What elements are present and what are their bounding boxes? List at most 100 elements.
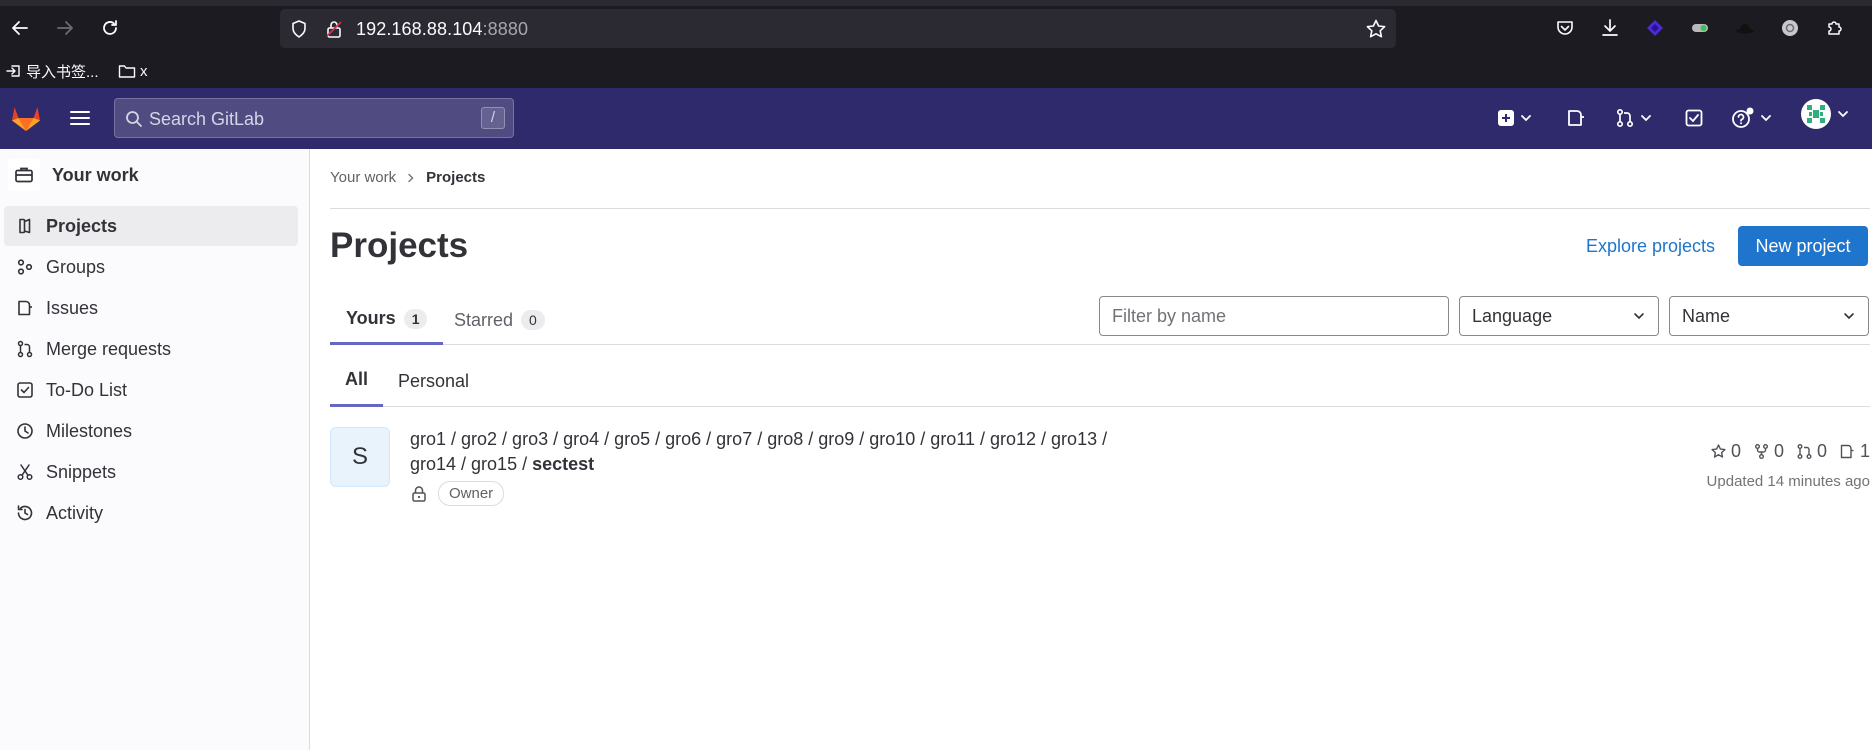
issues-icon xyxy=(18,300,32,316)
downloads-button[interactable] xyxy=(1596,14,1624,42)
group-icon xyxy=(17,259,33,275)
issues-shortcut-button[interactable] xyxy=(1566,105,1586,131)
extensions-menu-button[interactable] xyxy=(1821,14,1849,42)
extension-button-3[interactable] xyxy=(1731,14,1759,42)
bookmark-folder-x[interactable]: x xyxy=(118,58,148,84)
todo-shortcut-button[interactable] xyxy=(1684,105,1704,131)
extension-button-4[interactable] xyxy=(1776,14,1804,42)
download-icon xyxy=(1602,19,1618,36)
forward-button[interactable] xyxy=(51,14,79,42)
shield-icon xyxy=(292,20,306,38)
tab-starred[interactable]: Starred 0 xyxy=(438,295,561,345)
sidebar-item-milestones[interactable]: Milestones xyxy=(4,411,298,451)
sidebar-item-snippets[interactable]: Snippets xyxy=(4,452,298,492)
merge-request-icon xyxy=(17,340,33,358)
merge-request-icon xyxy=(1797,444,1812,459)
divider xyxy=(330,208,1870,209)
hat-extension-icon xyxy=(1736,24,1754,34)
updated-timestamp: Updated 14 minutes ago xyxy=(1706,473,1870,490)
address-bar[interactable]: 192.168.88.104:8880 xyxy=(280,9,1396,48)
dropdown-label: Name xyxy=(1682,305,1731,326)
briefcase-icon xyxy=(8,159,40,191)
gitlab-logo[interactable] xyxy=(10,102,42,139)
lock-icon xyxy=(412,485,426,502)
pocket-button[interactable] xyxy=(1551,14,1579,42)
breadcrumb-projects[interactable]: Projects xyxy=(426,169,485,186)
project-stats: 0 0 0 1 xyxy=(1710,441,1870,462)
help-dropdown[interactable] xyxy=(1731,105,1773,131)
merge-requests-count[interactable]: 0 xyxy=(1796,441,1827,462)
avatar xyxy=(1801,99,1831,129)
browser-toolbar: 192.168.88.104:8880 导入书签... x xyxy=(0,0,1872,88)
issues-count[interactable]: 1 xyxy=(1839,441,1870,462)
sidebar-item-issues[interactable]: Issues xyxy=(4,288,298,328)
search-icon xyxy=(126,111,142,127)
arrow-right-icon xyxy=(57,21,73,35)
reload-button[interactable] xyxy=(96,14,124,42)
url-text: 192.168.88.104:8880 xyxy=(356,19,528,40)
user-menu-dropdown[interactable] xyxy=(1800,99,1850,129)
extension-button-1[interactable] xyxy=(1641,14,1669,42)
merge-request-icon xyxy=(1616,108,1634,128)
chevron-down-icon xyxy=(1838,111,1848,118)
sidebar-item-todo-list[interactable]: To-Do List xyxy=(4,370,298,410)
search-shortcut-key: / xyxy=(481,107,505,129)
stars-count[interactable]: 0 xyxy=(1710,441,1741,462)
top-bar: Search GitLab / xyxy=(0,88,1872,149)
project-path-line: gro1 / gro2 / gro3 / gro4 / gro5 / gro6 … xyxy=(410,429,1108,449)
todo-icon xyxy=(1685,109,1703,127)
sidebar-item-activity[interactable]: Activity xyxy=(4,493,298,533)
project-filter-tabs: All Personal xyxy=(330,355,1870,407)
subtab-personal[interactable]: Personal xyxy=(383,355,484,407)
tab-yours[interactable]: Yours 1 xyxy=(330,295,444,345)
new-project-button[interactable]: New project xyxy=(1738,226,1868,266)
create-new-dropdown[interactable] xyxy=(1497,105,1533,131)
language-dropdown[interactable]: Language xyxy=(1459,296,1659,336)
bookmarks-toolbar: 导入书签... x xyxy=(0,56,1872,86)
todo-icon xyxy=(17,382,33,398)
clock-icon xyxy=(17,423,33,439)
star-icon xyxy=(1711,444,1726,458)
page-title: Projects xyxy=(330,226,469,265)
url-port: :8880 xyxy=(482,19,529,39)
puzzle-icon xyxy=(1828,21,1842,35)
extension-diamond-icon xyxy=(1647,20,1663,36)
project-list-item: S gro1 / gro2 / gro3 / gro4 / gro5 / gro… xyxy=(330,427,1870,507)
extension-button-2[interactable] xyxy=(1686,14,1714,42)
search-input[interactable]: Search GitLab / xyxy=(114,98,514,138)
sidebar-item-groups[interactable]: Groups xyxy=(4,247,298,287)
subtab-all[interactable]: All xyxy=(330,355,384,407)
explore-projects-link[interactable]: Explore projects xyxy=(1586,236,1715,257)
sidebar-item-label: Groups xyxy=(46,256,106,277)
sort-dropdown[interactable]: Name xyxy=(1669,296,1869,336)
sidebar: Your work Projects Groups Issues Merge r… xyxy=(0,149,310,750)
chevron-down-icon xyxy=(1641,115,1651,122)
forks-count[interactable]: 0 xyxy=(1753,441,1784,462)
browser-tab-strip xyxy=(0,0,1872,6)
merge-requests-dropdown[interactable] xyxy=(1615,105,1653,131)
issues-icon xyxy=(1568,110,1584,126)
hamburger-menu-button[interactable] xyxy=(68,106,94,132)
project-avatar[interactable]: S xyxy=(330,427,390,487)
gear-extension-icon xyxy=(1782,20,1798,36)
project-full-path[interactable]: gro1 / gro2 / gro3 / gro4 / gro5 / gro6 … xyxy=(410,427,1170,477)
sidebar-item-label: Milestones xyxy=(46,420,133,441)
stat-value: 1 xyxy=(1859,441,1870,461)
sidebar-item-projects[interactable]: Projects xyxy=(4,206,298,246)
bookmark-star-icon[interactable] xyxy=(1365,18,1387,40)
sidebar-item-label: Activity xyxy=(46,502,104,523)
filter-by-name-input[interactable] xyxy=(1099,296,1449,336)
breadcrumb-your-work[interactable]: Your work xyxy=(330,169,396,186)
dropdown-label: Language xyxy=(1472,305,1553,326)
sidebar-item-label: To-Do List xyxy=(46,379,128,400)
back-button[interactable] xyxy=(6,14,34,42)
bookmark-import[interactable]: 导入书签... xyxy=(6,58,99,84)
sidebar-item-merge-requests[interactable]: Merge requests xyxy=(4,329,298,369)
sidebar-context-header[interactable]: Your work xyxy=(8,155,139,195)
url-host: 192.168.88.104 xyxy=(356,19,483,39)
snippet-icon xyxy=(17,464,33,481)
bookmark-label: x xyxy=(140,62,148,80)
project-path-line: gro14 / gro15 / sectest xyxy=(410,452,1170,477)
sidebar-item-label: Issues xyxy=(46,297,99,318)
breadcrumb: Your work Projects xyxy=(330,169,485,186)
